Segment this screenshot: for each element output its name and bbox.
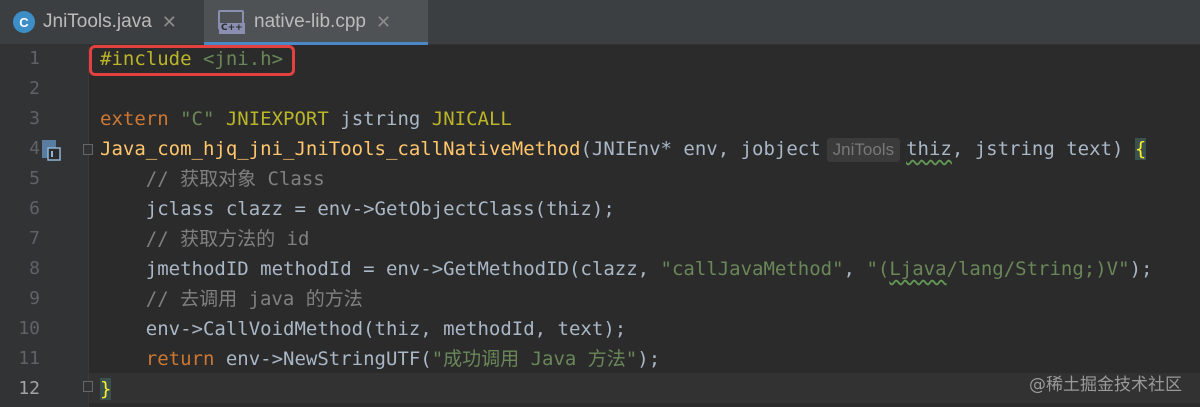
- code-line-8[interactable]: jmethodID methodId = env->GetMethodID(cl…: [100, 254, 1153, 284]
- code-line-5[interactable]: // 获取对象 Class: [100, 164, 325, 194]
- fold-icon[interactable]: [83, 381, 93, 392]
- line-number: 1: [29, 48, 40, 69]
- line-number: 3: [29, 108, 40, 129]
- tab-native-lib-cpp[interactable]: C++ native-lib.cpp ✕: [204, 0, 428, 45]
- line-number: 8: [29, 258, 40, 279]
- cpp-file-icon: C++: [218, 10, 245, 34]
- code-line-10[interactable]: env->CallVoidMethod(thiz, methodId, text…: [100, 314, 626, 344]
- parameter-hint: JniTools: [826, 138, 901, 162]
- line-number: 5: [29, 168, 40, 189]
- fold-icon[interactable]: [83, 144, 93, 155]
- close-icon[interactable]: ✕: [162, 12, 177, 33]
- tab-label: native-lib.cpp: [254, 11, 366, 32]
- editor-tab-bar: C JniTools.java ✕ C++ native-lib.cpp ✕: [0, 0, 1200, 45]
- watermark: @稀土掘金技术社区: [1029, 375, 1182, 395]
- line-number: 12: [18, 378, 40, 399]
- java-class-icon: C: [13, 11, 35, 33]
- code-line-6[interactable]: jclass clazz = env->GetObjectClass(thiz)…: [100, 194, 615, 224]
- line-number: 4: [29, 138, 40, 159]
- code-line-1[interactable]: #include <jni.h>: [100, 44, 283, 74]
- code-line-4[interactable]: Java_com_hjq_jni_JniTools_callNativeMeth…: [100, 134, 1147, 164]
- line-number: 6: [29, 198, 40, 219]
- tab-jnitools-java[interactable]: C JniTools.java ✕: [0, 0, 203, 44]
- code-line-9[interactable]: // 去调用 java 的方法: [100, 284, 363, 314]
- jni-navigate-icon[interactable]: [40, 138, 64, 164]
- line-number: 7: [29, 228, 40, 249]
- code-line-12[interactable]: }: [100, 374, 112, 404]
- line-number: 9: [29, 288, 40, 309]
- code-line-11[interactable]: return env->NewStringUTF("成功调用 Java 方法")…: [100, 344, 660, 374]
- tab-label: JniTools.java: [43, 11, 152, 32]
- code-line-3[interactable]: extern "C" JNIEXPORT jstring JNICALL: [100, 104, 512, 134]
- code-line-7[interactable]: // 获取方法的 id: [100, 224, 310, 254]
- close-icon[interactable]: ✕: [376, 12, 391, 33]
- line-number: 2: [29, 78, 40, 99]
- line-number: 11: [18, 348, 40, 369]
- line-number: 10: [18, 318, 40, 339]
